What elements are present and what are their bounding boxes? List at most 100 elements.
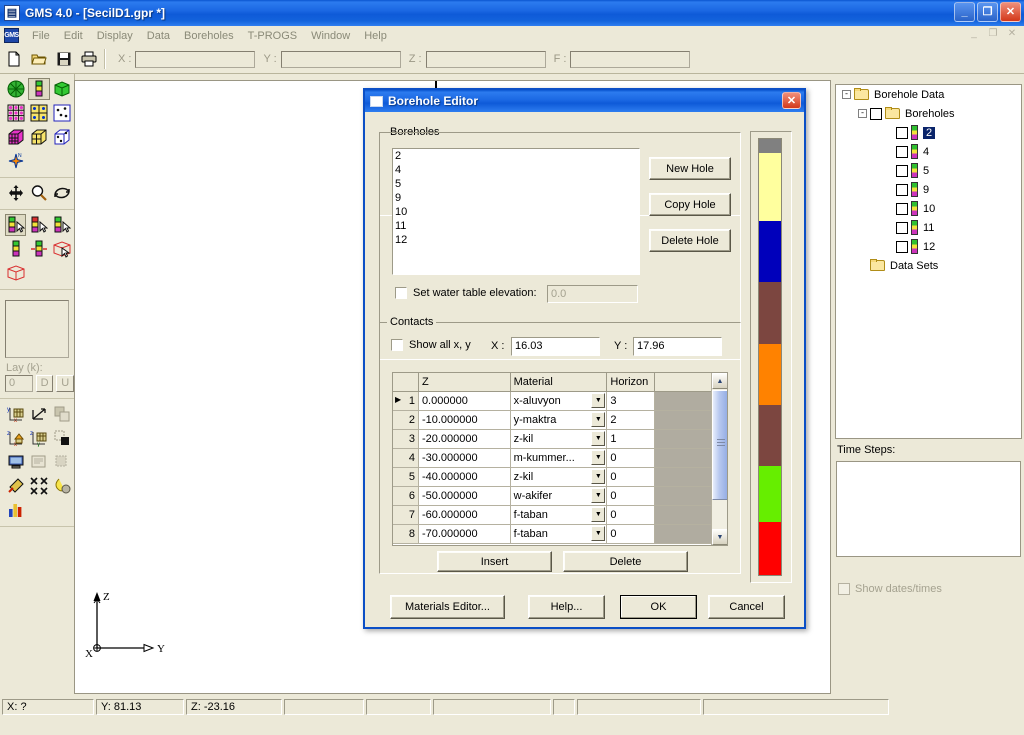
table-row[interactable]: 3 -20.000000 z-kil ▼ 1 bbox=[393, 430, 727, 449]
cancel-button[interactable]: Cancel bbox=[708, 595, 785, 619]
chevron-down-icon[interactable]: ▼ bbox=[591, 412, 606, 427]
list-item[interactable]: 11 bbox=[393, 219, 639, 233]
menu-item-edit[interactable]: Edit bbox=[57, 28, 90, 44]
select-cross-section-icon[interactable] bbox=[52, 238, 73, 260]
z-cell[interactable]: -50.000000 bbox=[418, 487, 511, 506]
scroll-down-icon[interactable]: ▼ bbox=[712, 529, 727, 545]
horizon-cell[interactable]: 0 bbox=[607, 506, 656, 525]
menu-item-display[interactable]: Display bbox=[90, 28, 140, 44]
tree-checkbox[interactable] bbox=[896, 164, 908, 177]
set-water-table-checkbox[interactable] bbox=[395, 287, 407, 299]
tree-checkbox[interactable] bbox=[896, 221, 908, 234]
xy-plot-icon[interactable]: yx bbox=[5, 403, 26, 425]
show-all-xy-checkbox[interactable] bbox=[391, 339, 403, 351]
save-file-icon[interactable] bbox=[53, 48, 75, 70]
material-cell[interactable]: f-taban ▼ bbox=[510, 525, 608, 544]
expander-icon[interactable]: - bbox=[858, 109, 867, 118]
tree-checkbox[interactable] bbox=[896, 145, 908, 158]
contacts-y-input[interactable]: 17.96 bbox=[633, 337, 722, 356]
pan-icon[interactable] bbox=[5, 182, 26, 204]
z-cell[interactable]: -30.000000 bbox=[418, 449, 511, 468]
material-cell[interactable]: y-maktra ▼ bbox=[510, 411, 608, 430]
table-row[interactable]: 7 -60.000000 f-taban ▼ 0 bbox=[393, 506, 727, 525]
list-item[interactable]: 12 bbox=[393, 233, 639, 247]
toolbar-y-input[interactable] bbox=[280, 50, 401, 68]
tree-checkbox[interactable] bbox=[896, 202, 908, 215]
tree-node-borehole-9[interactable]: 9 bbox=[836, 180, 1021, 199]
3d-scatter-module-icon[interactable] bbox=[52, 126, 73, 148]
layer-value-field[interactable]: 0 bbox=[5, 375, 33, 392]
chevron-down-icon[interactable]: ▼ bbox=[591, 469, 606, 484]
layer-up-button[interactable]: U bbox=[56, 375, 74, 392]
select-borehole-icon[interactable] bbox=[5, 214, 27, 236]
zy-view-icon[interactable]: zy bbox=[28, 427, 49, 449]
open-file-icon[interactable] bbox=[28, 48, 50, 70]
3d-mesh-module-icon[interactable] bbox=[28, 126, 49, 148]
show-dates-times-checkbox-row[interactable]: Show dates/times bbox=[838, 583, 942, 595]
contacts-grid[interactable]: Z Material Horizon ▶ 1 0.000000 x-aluvyo… bbox=[392, 372, 728, 546]
select-horizon-icon[interactable] bbox=[5, 262, 27, 284]
material-cell[interactable]: z-kil ▼ bbox=[510, 468, 608, 487]
vector-icon[interactable] bbox=[28, 403, 49, 425]
2d-grid-module-icon[interactable] bbox=[5, 102, 26, 124]
tree-checkbox[interactable] bbox=[896, 183, 908, 196]
tin-module-icon[interactable] bbox=[5, 78, 26, 100]
table-row[interactable]: ▶ 1 0.000000 x-aluvyon ▼ 3 bbox=[393, 392, 727, 411]
horizon-cell[interactable]: 0 bbox=[607, 468, 656, 487]
table-row[interactable]: 2 -10.000000 y-maktra ▼ 2 bbox=[393, 411, 727, 430]
chevron-down-icon[interactable]: ▼ bbox=[591, 450, 606, 465]
z-cell[interactable]: -20.000000 bbox=[418, 430, 511, 449]
material-cell[interactable]: m-kummer... ▼ bbox=[510, 449, 608, 468]
tree-node-boreholes[interactable]: - Boreholes bbox=[836, 104, 1021, 123]
material-cell[interactable]: w-akifer ▼ bbox=[510, 487, 608, 506]
material-cell[interactable]: f-taban ▼ bbox=[510, 506, 608, 525]
mdi-restore-button[interactable]: ❐ bbox=[985, 27, 1001, 42]
insert-contact-button[interactable]: Insert bbox=[437, 551, 552, 572]
project-tree[interactable]: - Borehole Data - Boreholes 2 4 5 9 10 1… bbox=[835, 84, 1022, 439]
tree-node-borehole-12[interactable]: 12 bbox=[836, 237, 1021, 256]
2d-mesh-module-icon[interactable] bbox=[28, 102, 49, 124]
toolbar-f-input[interactable] bbox=[570, 50, 691, 68]
tree-node-borehole-11[interactable]: 11 bbox=[836, 218, 1021, 237]
menu-item-file[interactable]: File bbox=[25, 28, 57, 44]
chevron-down-icon[interactable]: ▼ bbox=[591, 526, 606, 541]
tree-checkbox[interactable] bbox=[896, 240, 908, 253]
zx-view-icon[interactable]: zx bbox=[5, 427, 26, 449]
restore-button[interactable]: ❐ bbox=[977, 2, 998, 22]
tree-node-borehole-2[interactable]: 2 bbox=[836, 123, 1021, 142]
display-options-icon[interactable] bbox=[5, 451, 26, 473]
select-sample-icon[interactable] bbox=[52, 214, 73, 236]
time-steps-list[interactable] bbox=[836, 461, 1021, 557]
mdi-close-button[interactable]: ✕ bbox=[1004, 27, 1020, 42]
table-row[interactable]: 6 -50.000000 w-akifer ▼ 0 bbox=[393, 487, 727, 506]
show-dates-times-checkbox[interactable] bbox=[838, 583, 850, 595]
delete-hole-button[interactable]: Delete Hole bbox=[649, 229, 731, 252]
z-cell[interactable]: -10.000000 bbox=[418, 411, 511, 430]
materials-editor-button[interactable]: Materials Editor... bbox=[390, 595, 505, 619]
list-item[interactable]: 2 bbox=[393, 149, 639, 163]
chevron-down-icon[interactable]: ▼ bbox=[591, 507, 606, 522]
tree-node-borehole-data[interactable]: - Borehole Data bbox=[836, 85, 1021, 104]
tree-node-data-sets[interactable]: Data Sets bbox=[836, 256, 1021, 275]
new-file-icon[interactable] bbox=[3, 48, 25, 70]
menu-item-tprogs[interactable]: T-PROGS bbox=[241, 28, 305, 44]
list-item[interactable]: 4 bbox=[393, 163, 639, 177]
minimize-button[interactable]: _ bbox=[954, 2, 975, 22]
ok-button[interactable]: OK bbox=[620, 595, 697, 619]
close-button[interactable]: ✕ bbox=[1000, 2, 1021, 22]
table-row[interactable]: 8 -70.000000 f-taban ▼ 0 bbox=[393, 525, 727, 544]
menu-item-boreholes[interactable]: Boreholes bbox=[177, 28, 241, 44]
shrink-icon[interactable] bbox=[28, 475, 49, 497]
horizon-cell[interactable]: 0 bbox=[607, 487, 656, 506]
3d-grid-module-icon[interactable] bbox=[5, 126, 26, 148]
new-hole-button[interactable]: New Hole bbox=[649, 157, 731, 180]
rotate-icon[interactable] bbox=[52, 182, 73, 204]
horizon-cell[interactable]: 0 bbox=[607, 525, 656, 544]
menu-item-window[interactable]: Window bbox=[304, 28, 357, 44]
create-cross-section-icon[interactable] bbox=[28, 238, 49, 260]
toolbar-x-input[interactable] bbox=[135, 50, 256, 68]
horizon-cell[interactable]: 1 bbox=[607, 430, 656, 449]
chevron-down-icon[interactable]: ▼ bbox=[591, 431, 606, 446]
print-icon[interactable] bbox=[78, 48, 100, 70]
create-borehole-icon[interactable] bbox=[5, 238, 26, 260]
